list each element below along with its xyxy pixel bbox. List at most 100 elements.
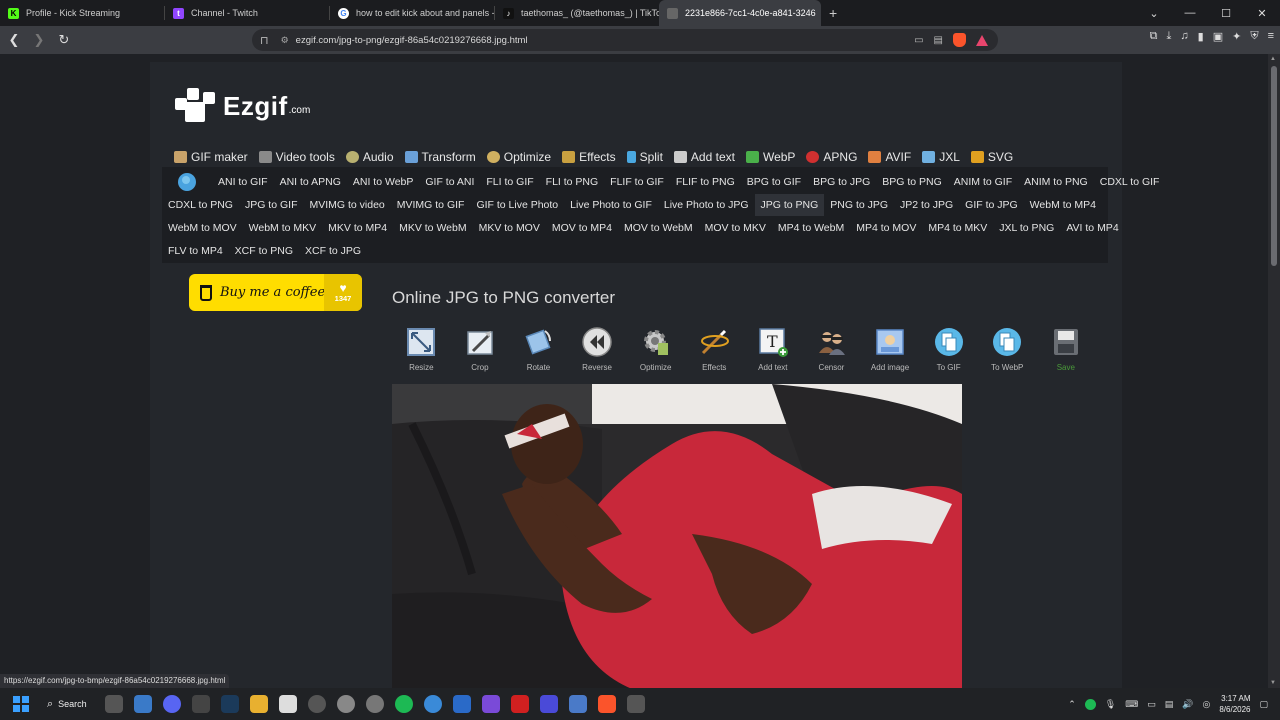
format-link[interactable]: AVI to MP4 [1060,217,1124,239]
settings-icon[interactable] [336,695,355,713]
media-icon[interactable]: ♫ [1180,30,1188,43]
format-link[interactable]: MP4 to MOV [850,217,922,239]
format-link[interactable]: MOV to WebM [618,217,699,239]
tab-kick[interactable]: K Profile - Kick Streaming [0,0,164,26]
nav-transform[interactable]: Transform [404,150,476,164]
tool-crop[interactable]: Crop [451,321,510,373]
format-link[interactable]: ANI to GIF [212,171,274,193]
bookmark-icon[interactable]: ⊓ [260,34,269,47]
new-tab-button[interactable]: + [821,5,845,21]
format-link[interactable]: MOV to MP4 [546,217,618,239]
format-link[interactable]: MP4 to MKV [922,217,993,239]
notepad-icon[interactable] [278,695,297,713]
reload-icon[interactable]: ↻ [53,29,75,51]
task-view-icon[interactable] [104,695,123,713]
maximize-icon[interactable]: ☐ [1208,0,1244,26]
format-link[interactable]: MKV to MP4 [322,217,393,239]
back-icon[interactable]: ❮ [3,29,25,51]
obs-icon[interactable] [365,695,384,713]
format-link[interactable]: CDXL to GIF [1094,171,1166,193]
windows-start-icon[interactable] [13,696,29,712]
format-link[interactable]: CDXL to PNG [162,194,239,216]
vs-code-icon[interactable] [452,695,471,713]
format-link[interactable]: WebM to MOV [162,217,243,239]
extensions-icon[interactable]: ⧉ [1150,30,1158,43]
twitch-app-icon[interactable] [481,695,500,713]
tool-rotate[interactable]: Rotate [509,321,568,373]
nav-jxl[interactable]: JXL [922,150,960,164]
nav-optimize[interactable]: Optimize [486,150,551,164]
sidebar-icon[interactable]: ▮ [1198,30,1204,43]
vpn-icon[interactable]: ⛨ [1250,30,1258,43]
mic-icon[interactable]: 🎙 [1105,699,1116,710]
display-icon[interactable]: ▭ [1147,699,1156,710]
format-link[interactable]: PNG to JPG [824,194,894,216]
media-player-icon[interactable] [307,695,326,713]
nav-webp[interactable]: WebP [745,150,795,164]
format-link[interactable]: GIF to Live Photo [470,194,564,216]
vpn-app-icon[interactable] [568,695,587,713]
steam-icon[interactable] [220,695,239,713]
address-bar[interactable]: ⊓ ⚙ ezgif.com/jpg-to-png/ezgif-86a54c021… [252,29,998,51]
format-link[interactable]: WebM to MKV [243,217,323,239]
format-link[interactable]: ANIM to PNG [1018,171,1094,193]
tool-effects[interactable]: Effects [685,321,744,373]
format-link[interactable]: MP4 to WebM [772,217,850,239]
site-info-icon[interactable]: ⚙ [281,35,289,46]
format-link[interactable]: MKV to MOV [473,217,546,239]
brave-shields-icon[interactable] [953,33,966,47]
format-link[interactable]: Live Photo to GIF [564,194,658,216]
tool-to-gif[interactable]: To GIF [919,321,978,373]
format-link[interactable]: BPG to JPG [807,171,876,193]
format-link[interactable]: MVIMG to GIF [391,194,471,216]
format-link-active[interactable]: JPG to PNG [754,194,825,216]
format-link[interactable]: JP2 to JPG [894,194,959,216]
scroll-thumb[interactable] [1271,66,1277,266]
youtube-icon[interactable] [510,695,529,713]
format-link[interactable]: GIF to JPG [959,194,1024,216]
notifications-icon[interactable]: ▢ [1259,699,1268,710]
epic-games-icon[interactable] [191,695,210,713]
format-link[interactable]: WebM to MP4 [1024,194,1102,216]
format-link[interactable]: GIF to ANI [419,171,480,193]
ezgif-logo[interactable]: Ezgif .com [175,88,310,122]
tool-add-image[interactable]: Add image [861,321,920,373]
format-link[interactable]: Live Photo to JPG [658,194,755,216]
format-link[interactable]: XCF to PNG [229,240,299,262]
format-link[interactable]: BPG to PNG [876,171,948,193]
format-link[interactable]: JXL to PNG [993,217,1060,239]
format-link[interactable]: MOV to MKV [699,217,772,239]
gamepad-icon[interactable]: ◎ [1202,699,1210,710]
tab-tiktok[interactable]: ♪ taethomas_ (@taethomas_) | TikTok [495,0,659,26]
reader-icon[interactable]: ▤ [934,35,943,46]
tool-to-webp[interactable]: To WebP [978,321,1037,373]
volume-icon[interactable]: 🔊 [1182,699,1193,710]
tool-resize[interactable]: Resize [392,321,451,373]
close-window-icon[interactable]: ✕ [1244,0,1280,26]
format-link[interactable]: JPG to GIF [239,194,304,216]
format-link[interactable]: FLIF to PNG [670,171,741,193]
nav-svg[interactable]: SVG [970,150,1013,164]
nav-add-text[interactable]: Add text [673,150,735,164]
tool-reverse[interactable]: Reverse [568,321,627,373]
tool-save[interactable]: Save [1037,321,1096,373]
format-link[interactable]: ANIM to GIF [948,171,1018,193]
format-link[interactable]: FLI to PNG [540,171,605,193]
leo-icon[interactable]: ✦ [1232,30,1241,43]
globe-icon[interactable] [178,173,196,191]
tray-overflow-icon[interactable]: ⌃ [1068,699,1076,710]
format-link[interactable]: MKV to WebM [393,217,473,239]
photos-icon[interactable] [133,695,152,713]
capcut-icon[interactable] [423,695,442,713]
page-scrollbar[interactable]: ▲ ▼ [1268,54,1280,688]
tab-search-icon[interactable]: ⌄ [1136,0,1172,26]
tool-optimize[interactable]: Optimize [626,321,685,373]
forward-icon[interactable]: ❯ [28,29,50,51]
buy-me-a-coffee-button[interactable]: Buy me a coffee ♥ 1347 [189,274,362,311]
tool-censor[interactable]: Censor [802,321,861,373]
tool-add-text[interactable]: T Add text [744,321,803,373]
format-link[interactable]: FLIF to GIF [604,171,670,193]
scroll-down-icon[interactable]: ▼ [1270,680,1276,686]
nav-split[interactable]: Split [626,150,663,164]
spotify-tray-icon[interactable] [1084,698,1096,710]
